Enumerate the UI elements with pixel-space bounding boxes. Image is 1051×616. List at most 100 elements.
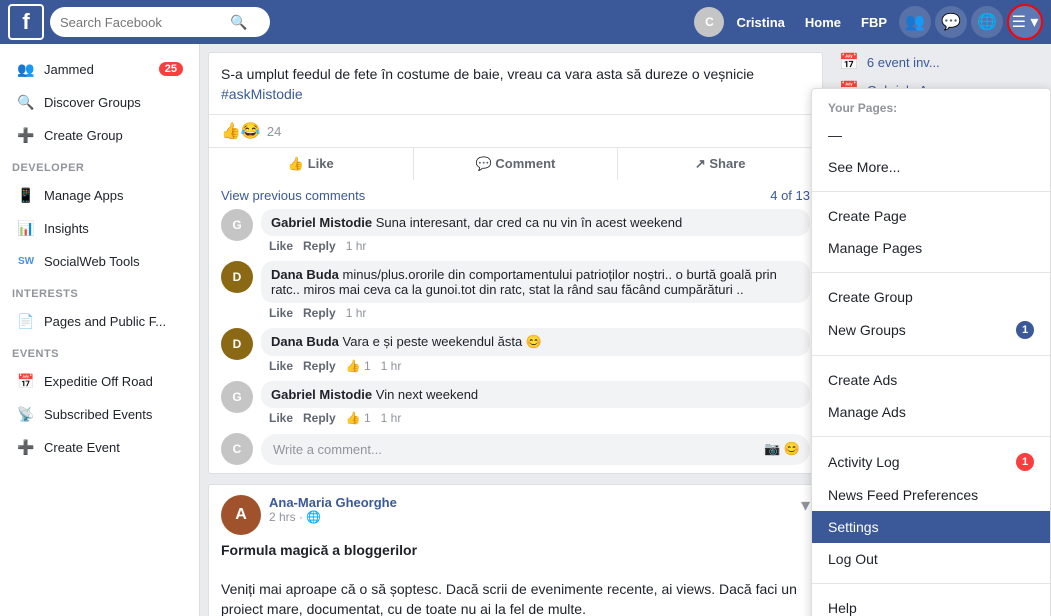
log-out-button[interactable]: Log Out [812,543,1050,575]
comment-button[interactable]: 💬 Comment [414,148,619,180]
search-icon: 🔍 [230,14,247,31]
comment-time: 1 hr [346,306,367,320]
commenter-avatar: C [221,433,253,465]
jammed-icon: 👥 [16,59,36,79]
post-body: S-a umplut feedul de fete în costume de … [209,53,822,114]
post-options-button[interactable]: ▾ [801,495,810,516]
comment-row: D Dana Buda minus/plus.ororile din compo… [221,261,810,320]
comment-like-action[interactable]: Like [269,411,293,425]
comment-input-box[interactable]: Write a comment... 📷 😊 [261,434,810,465]
comment-row: D Dana Buda Vara e și peste weekendul ăs… [221,328,810,373]
comment-time: 1 hr [346,239,367,253]
pages-icon: 📄 [16,311,36,331]
comment-text: minus/plus.ororile din comportamentului … [271,267,777,297]
comments-count: 4 of 13 [770,188,810,203]
sidebar-item-jammed[interactable]: 👥 Jammed 25 [4,53,195,85]
post-author[interactable]: Ana-Maria Gheorghe [269,495,801,510]
like-button[interactable]: 👍 Like [209,148,414,180]
create-ads-button[interactable]: Create Ads [812,364,1050,396]
sidebar-item-subscribed-events[interactable]: 📡 Subscribed Events [4,398,195,430]
sidebar-item-label: Pages and Public F... [44,314,183,329]
sidebar-item-label: Expeditie Off Road [44,374,183,389]
help-section: Help Support Inbox Report a Problem [812,584,1050,616]
post-card: S-a umplut feedul de fete în costume de … [208,52,823,474]
facebook-logo[interactable]: f [8,4,44,40]
groups-section: Create Group New Groups 1 [812,273,1050,356]
comment-author: Dana Buda [271,267,339,282]
sidebar-item-socialweb-tools[interactable]: SW SocialWeb Tools [4,245,195,277]
view-previous-comments[interactable]: View previous comments 4 of 13 [221,188,810,203]
manage-ads-button[interactable]: Manage Ads [812,396,1050,428]
news-feed: S-a umplut feedul de fete în costume de … [200,44,831,616]
sidebar-item-label: Jammed [44,62,159,77]
activity-log-button[interactable]: Activity Log 1 [812,445,1050,479]
account-dropdown-menu: Your Pages: — See More... Create Page Ma… [811,88,1051,616]
account-dropdown-button[interactable]: ☰ ▾ [1007,4,1043,40]
comment-actions: Like Reply 1 hr [261,239,810,253]
comment-reply-action[interactable]: Reply [303,306,336,320]
messages-icon-button[interactable]: 💬 [935,6,967,38]
comment-reply-action[interactable]: Reply [303,359,336,373]
home-nav-button[interactable]: Home [797,11,849,34]
sidebar-item-create-event[interactable]: ➕ Create Event [4,431,195,463]
manage-pages-button[interactable]: Manage Pages [812,232,1050,264]
sidebar-item-label: Insights [44,221,183,236]
comment-time: 1 hr [381,359,402,373]
sidebar-item-discover-groups[interactable]: 🔍 Discover Groups [4,86,195,118]
sidebar-item-expedition[interactable]: 📅 Expeditie Off Road [4,365,195,397]
event-item[interactable]: 📅 6 event inv... [839,52,1043,72]
post-time: 2 hrs · 🌐 [269,510,801,524]
comment-avatar: D [221,328,253,360]
comment-reply-action[interactable]: Reply [303,239,336,253]
post-text: Veniți mai aproape că o să șoptesc. Dacă… [221,581,797,616]
comment-like-count: 👍 1 [346,411,371,425]
comment-reply-action[interactable]: Reply [303,411,336,425]
create-group-button[interactable]: Create Group [812,281,1050,313]
sidebar-item-label: SocialWeb Tools [44,254,183,269]
comment-like-action[interactable]: Like [269,239,293,253]
socialweb-icon: SW [16,251,36,271]
sidebar-item-label: Create Group [44,128,183,143]
sidebar-item-pages-public[interactable]: 📄 Pages and Public F... [4,305,195,337]
event-icon: 📅 [839,52,859,72]
notifications-icon-button[interactable]: 🌐 [971,6,1003,38]
reactions-count: 24 [267,124,281,139]
jammed-badge: 25 [159,62,183,76]
sidebar-item-label: Discover Groups [44,95,183,110]
sidebar-item-label: Manage Apps [44,188,183,203]
share-button[interactable]: ↗ Share [618,148,822,180]
account-section: Activity Log 1 News Feed Preferences Set… [812,437,1050,584]
post-hashtag-link[interactable]: #askMistodie [221,86,303,102]
pages-management-section: Create Page Manage Pages [812,192,1050,273]
discover-groups-icon: 🔍 [16,92,36,112]
activity-log-badge: 1 [1016,453,1034,471]
friends-icon-button[interactable]: 👥 [899,6,931,38]
sidebar-item-manage-apps[interactable]: 📱 Manage Apps [4,179,195,211]
comment-input-icons: 📷 😊 [764,441,800,457]
fbp-nav-button[interactable]: FBP [853,11,895,34]
sidebar: 👥 Jammed 25 🔍 Discover Groups ➕ Create G… [0,44,200,616]
new-groups-badge: 1 [1016,321,1034,339]
search-input[interactable] [60,15,230,30]
new-groups-button[interactable]: New Groups 1 [812,313,1050,347]
comment-text: Suna interesant, dar cred ca nu vin în a… [376,215,682,230]
comment-avatar: G [221,209,253,241]
create-group-icon: ➕ [16,125,36,145]
see-more-pages-button[interactable]: See More... [812,151,1050,183]
sidebar-item-insights[interactable]: 📊 Insights [4,212,195,244]
news-feed-preferences-button[interactable]: News Feed Preferences [812,479,1050,511]
manage-apps-icon: 📱 [16,185,36,205]
comment-actions: Like Reply 👍 1 1 hr [261,411,810,425]
create-page-button[interactable]: Create Page [812,200,1050,232]
comment-like-action[interactable]: Like [269,359,293,373]
sidebar-item-create-group[interactable]: ➕ Create Group [4,119,195,151]
interests-section-label: INTERESTS [0,278,199,304]
comment-author: Dana Buda [271,334,339,349]
post-title: Formula magică a bloggerilor [221,542,417,558]
comment-text: Vara e și peste weekendul ăsta 😊 [343,334,543,349]
settings-button[interactable]: Settings [812,511,1050,543]
help-button[interactable]: Help [812,592,1050,616]
sidebar-item-label: Create Event [44,440,183,455]
comment-like-action[interactable]: Like [269,306,293,320]
comment-author: Gabriel Mistodie [271,215,372,230]
